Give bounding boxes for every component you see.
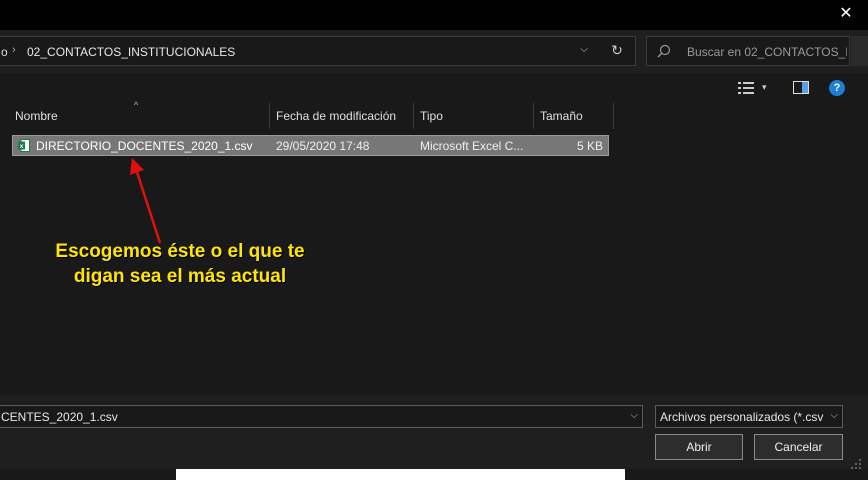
file-list-header: ^ Nombre Fecha de modificación Tipo Tama…	[0, 100, 868, 129]
search-placeholder: Buscar en 02_CONTACTOS_I...	[687, 45, 847, 59]
background-window	[176, 469, 625, 480]
view-toolbar: ▾ ?	[0, 73, 868, 103]
resize-grip-icon[interactable]	[850, 458, 862, 470]
annotation-line-2: digan sea el más actual	[73, 266, 287, 287]
preview-pane-icon[interactable]	[793, 81, 809, 94]
column-header-type[interactable]: Tipo	[414, 103, 534, 129]
refresh-icon[interactable]: ↻	[609, 42, 625, 58]
navigation-bar: o › 02_CONTACTOS_INSTITUCIONALES ⌵ ↻ Bus…	[0, 30, 868, 73]
open-button[interactable]: Abrir	[655, 434, 743, 460]
excel-csv-icon: x	[18, 139, 30, 152]
svg-text:x: x	[20, 143, 24, 150]
breadcrumb-separator-icon[interactable]: ›	[12, 44, 16, 56]
search-input[interactable]: Buscar en 02_CONTACTOS_I...	[646, 36, 850, 66]
filename-input[interactable]: CENTES_2020_1.csv ⌵	[0, 405, 643, 428]
filter-dropdown-icon[interactable]: ⌵	[830, 410, 838, 421]
dialog-footer: CENTES_2020_1.csv ⌵ Archivos personaliza…	[0, 395, 868, 469]
cancel-button[interactable]: Cancelar	[754, 434, 843, 460]
dialog-titlebar: ✕	[0, 0, 868, 30]
file-type-filter-value: Archivos personalizados (*.csv;*	[660, 410, 824, 424]
search-icon	[657, 44, 671, 58]
column-header-date[interactable]: Fecha de modificación	[270, 103, 414, 129]
address-history-dropdown-icon[interactable]: ⌵	[577, 44, 591, 58]
annotation-line-1: Escogemos éste o el que te	[55, 241, 305, 262]
annotation-arrow-icon	[130, 158, 162, 244]
column-header-size[interactable]: Tamaño	[534, 103, 614, 129]
annotation-text: Escogemos éste o el que te digan sea el …	[20, 239, 340, 289]
breadcrumb-previous[interactable]: o	[1, 45, 8, 59]
file-row[interactable]: x DIRECTORIO_DOCENTES_2020_1.csv 29/05/2…	[12, 135, 609, 156]
file-type-filter-select[interactable]: Archivos personalizados (*.csv;* ⌵	[655, 405, 843, 428]
help-icon[interactable]: ?	[829, 80, 845, 96]
breadcrumb-current-folder[interactable]: 02_CONTACTOS_INSTITUCIONALES	[27, 45, 235, 59]
details-view-icon[interactable]	[738, 82, 754, 94]
filename-dropdown-icon[interactable]: ⌵	[630, 410, 638, 421]
column-header-name[interactable]: Nombre	[9, 103, 270, 129]
close-button[interactable]: ✕	[838, 6, 854, 22]
file-date-modified: 29/05/2020 17:48	[276, 139, 370, 153]
file-type: Microsoft Excel C...	[420, 139, 524, 153]
address-bar[interactable]: o › 02_CONTACTOS_INSTITUCIONALES ⌵ ↻	[0, 36, 636, 66]
view-options-dropdown-icon[interactable]: ▾	[762, 82, 767, 93]
file-name: DIRECTORIO_DOCENTES_2020_1.csv	[36, 139, 253, 153]
scroll-strip	[851, 36, 868, 66]
file-size: 5 KB	[576, 139, 603, 153]
filename-value: CENTES_2020_1.csv	[1, 410, 118, 424]
